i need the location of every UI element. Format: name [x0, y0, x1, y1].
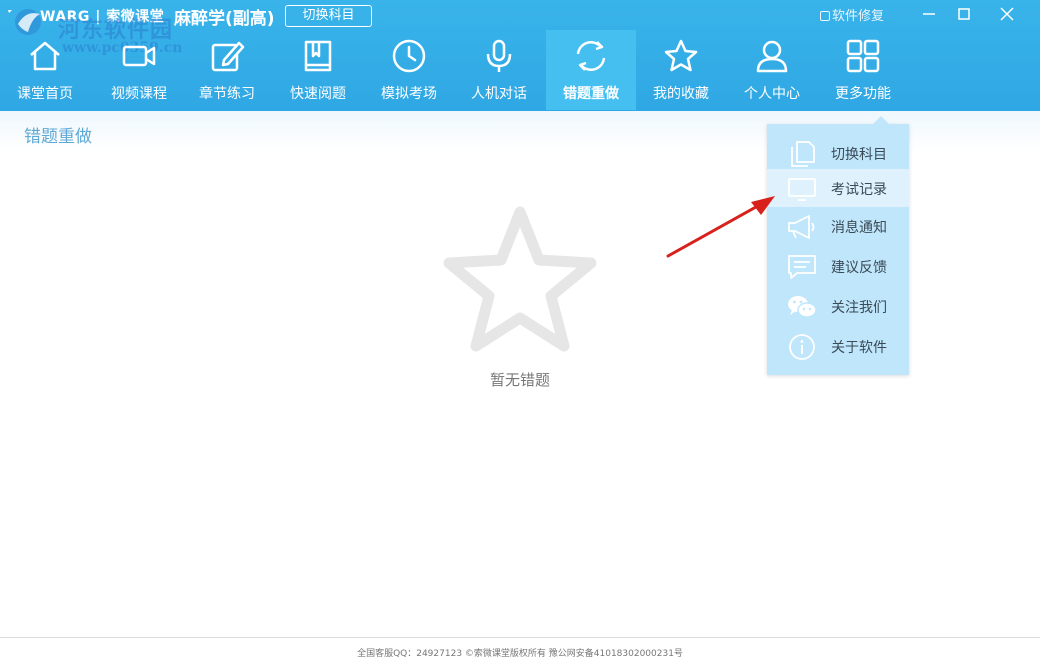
- comment-icon: [788, 255, 816, 279]
- minimize-button[interactable]: [911, 2, 947, 24]
- pencil-icon: [211, 41, 245, 72]
- nav-label: 我的收藏: [653, 86, 709, 102]
- menu-label: 考试记录: [831, 182, 887, 198]
- footer-copyright: 全国客服QQ：24927123 ©索微课堂版权所有 豫公网安备410183020…: [357, 649, 683, 659]
- menu-label: 建议反馈: [831, 260, 887, 276]
- nav-item-favorites[interactable]: 我的收藏: [636, 30, 726, 110]
- menu-item-about[interactable]: 关于软件: [767, 327, 909, 365]
- nav-item-video[interactable]: 视频课程: [94, 30, 184, 110]
- close-button[interactable]: [989, 2, 1025, 24]
- home-icon: [30, 41, 60, 71]
- video-icon: [122, 45, 156, 67]
- grid-icon: [846, 39, 880, 73]
- nav-label: 视频课程: [111, 86, 167, 102]
- nav-item-wrong-redo[interactable]: 错题重做: [546, 30, 636, 110]
- switch-subject-button[interactable]: 切换科目: [285, 5, 372, 27]
- menu-item-exam-records[interactable]: 考试记录: [767, 169, 909, 207]
- nav-item-more-functions[interactable]: 更多功能: [818, 30, 908, 110]
- book-icon: [304, 40, 332, 72]
- maximize-button[interactable]: [946, 2, 982, 24]
- microphone-icon: [486, 39, 512, 72]
- documents-icon: [791, 141, 815, 167]
- clock-icon: [392, 39, 426, 73]
- footer-divider: [0, 637, 1040, 638]
- menu-item-follow-us[interactable]: 关注我们: [767, 287, 909, 325]
- nav-item-home[interactable]: 课堂首页: [0, 30, 90, 110]
- menu-item-feedback[interactable]: 建议反馈: [767, 247, 909, 285]
- more-functions-dropdown: 切换科目 考试记录 消息通知 建议反馈 关注我们 关于软件: [767, 116, 909, 375]
- close-icon: [1000, 7, 1014, 21]
- main-nav: 课堂首页 视频课程 章节练习 快速阅题 模拟考场 人机对话 错题重做 我的收藏: [0, 30, 1040, 111]
- software-repair-label: 软件修复: [832, 9, 885, 24]
- menu-item-notifications[interactable]: 消息通知: [767, 207, 909, 245]
- maximize-icon: [958, 8, 970, 20]
- nav-label: 更多功能: [835, 86, 891, 102]
- current-subject: 麻醉学(副高): [174, 9, 275, 29]
- refresh-icon: [576, 40, 606, 72]
- nav-label: 个人中心: [744, 86, 800, 102]
- nav-label: 模拟考场: [381, 86, 437, 102]
- title-bar: WARG | 索微课堂 麻醉学(副高) 切换科目 河东软件园 www.pc035…: [0, 0, 1040, 56]
- menu-label: 关于软件: [831, 340, 887, 356]
- nav-item-quick-read[interactable]: 快速阅题: [273, 30, 363, 110]
- menu-label: 切换科目: [831, 147, 887, 163]
- empty-state-text: 暂无错题: [489, 371, 550, 389]
- star-icon: [664, 39, 698, 72]
- megaphone-icon: [788, 215, 815, 239]
- nav-item-profile[interactable]: 个人中心: [727, 30, 817, 110]
- menu-label: 消息通知: [831, 220, 887, 236]
- page-title: 错题重做: [24, 127, 92, 147]
- minimize-icon: [923, 13, 935, 15]
- nav-item-mock-exam[interactable]: 模拟考场: [364, 30, 454, 110]
- nav-label: 人机对话: [471, 86, 527, 102]
- wechat-icon: [788, 296, 817, 318]
- red-pointer-arrow: [666, 196, 775, 258]
- menu-label: 关注我们: [831, 300, 887, 316]
- menu-item-switch-subject[interactable]: 切换科目: [767, 134, 909, 172]
- empty-star-icon: [443, 206, 597, 352]
- nav-label: 章节练习: [199, 86, 255, 102]
- repair-icon: [820, 11, 830, 21]
- nav-item-chapter-practice[interactable]: 章节练习: [182, 30, 272, 110]
- user-icon: [756, 40, 788, 73]
- nav-label: 快速阅题: [290, 86, 346, 102]
- nav-label: 错题重做: [563, 86, 619, 102]
- monitor-icon: [788, 178, 816, 201]
- nav-label: 课堂首页: [17, 86, 73, 102]
- software-repair-button[interactable]: 软件修复: [820, 5, 884, 24]
- nav-item-oral-dialogue[interactable]: 人机对话: [454, 30, 544, 110]
- app-header: WARG | 索微课堂 麻醉学(副高) 切换科目 河东软件园 www.pc035…: [0, 0, 1040, 111]
- info-icon: [789, 334, 815, 360]
